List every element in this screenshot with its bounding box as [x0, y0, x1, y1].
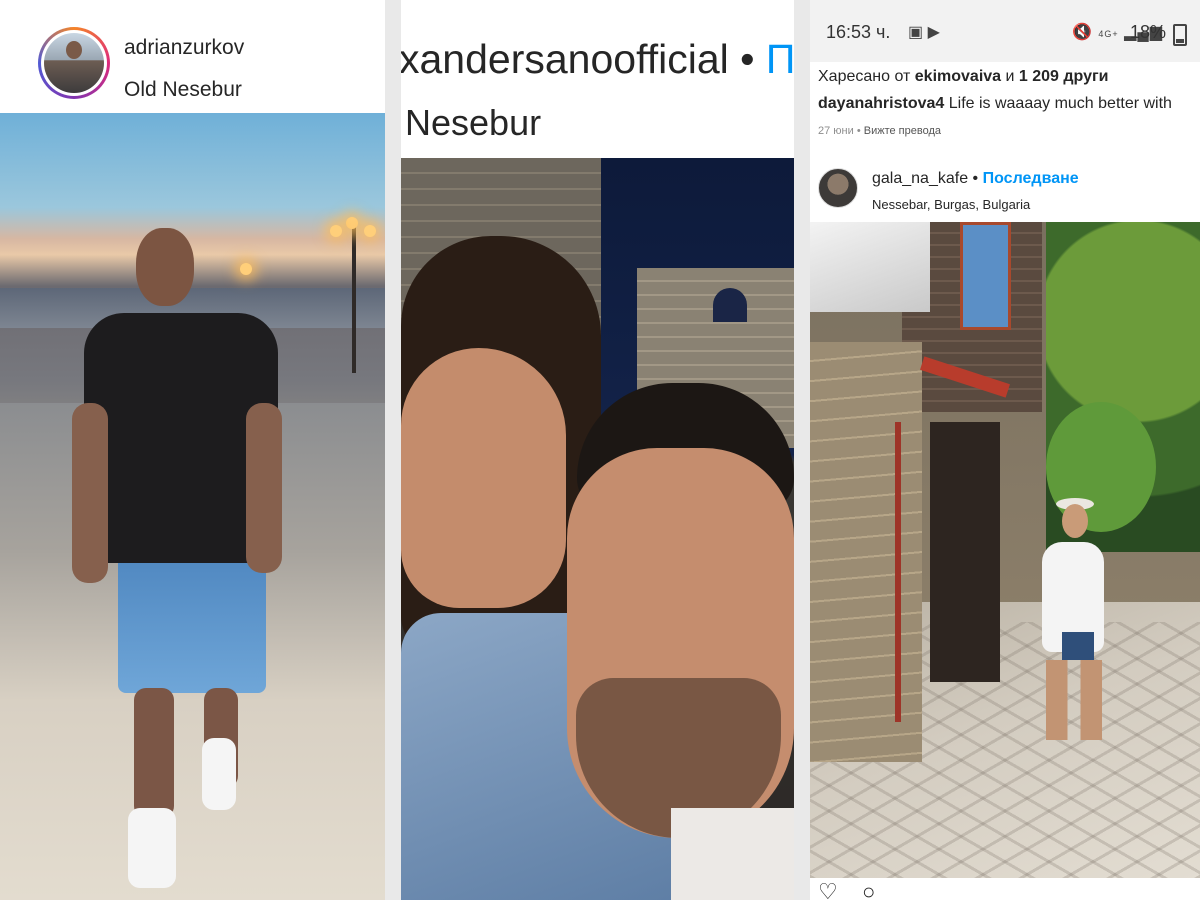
post-meta: 27 юни • Вижте превода: [818, 125, 942, 137]
street-lamp: [352, 223, 356, 373]
instagram-app-screenshot: 16:53 ч. ▣ ▶ 🔇 4G+ ▂▄▆ 18% Харесано от e…: [810, 0, 1200, 900]
follow-button[interactable]: Последване: [983, 170, 1079, 187]
separator-dot: •: [972, 170, 979, 187]
likes-count[interactable]: 1 209 други: [1019, 68, 1109, 85]
clock: 16:53 ч.: [826, 22, 891, 42]
post-photo[interactable]: [810, 222, 1200, 878]
post-date: 27 юни: [818, 125, 854, 137]
avatar: [44, 33, 104, 93]
post-username[interactable]: adrianzurkov: [124, 36, 244, 60]
post-photo[interactable]: [401, 158, 794, 900]
post-photo[interactable]: [0, 113, 385, 900]
story-ring[interactable]: [38, 27, 110, 99]
instagram-post-adrianzurkov: adrianzurkov Old Nesebur: [0, 0, 385, 900]
comment-icon[interactable]: ○: [862, 881, 875, 900]
image-icon: ▣: [908, 24, 924, 41]
post-location[interactable]: Nessebar, Burgas, Bulgaria: [872, 197, 1030, 212]
battery-icon: [1173, 24, 1187, 46]
panel-separator: [794, 0, 810, 900]
panel-separator: [385, 0, 401, 900]
separator-dot: •: [740, 36, 755, 82]
youtube-icon: ▶: [927, 24, 940, 41]
post-location[interactable]: Old Nesebur: [124, 78, 242, 102]
battery-level: 18%: [1130, 22, 1167, 42]
translate-link[interactable]: Вижте превода: [864, 125, 941, 137]
heart-icon[interactable]: ♡: [818, 881, 838, 900]
post-location[interactable]: Nesebur: [405, 102, 541, 144]
caption-username[interactable]: dayanahristova4: [818, 95, 944, 112]
follow-button[interactable]: П: [766, 36, 794, 82]
mute-icon: 🔇: [1072, 24, 1093, 41]
liker-username[interactable]: ekimovaiva: [915, 68, 1001, 85]
caption-line: dayanahristova4 Life is waaaay much bett…: [818, 95, 1172, 113]
avatar[interactable]: [818, 168, 858, 208]
post-actions: ♡ ○: [818, 881, 1192, 900]
caption-text: Life is waaaay much better with: [948, 95, 1172, 112]
post-username[interactable]: xandersanoofficial: [401, 36, 729, 82]
status-bar: 16:53 ч. ▣ ▶ 🔇 4G+ ▂▄▆ 18%: [810, 0, 1200, 62]
instagram-post-xandersano: xandersanoofficial • П Nesebur: [401, 0, 794, 900]
post-username[interactable]: gala_na_kafe: [872, 170, 968, 187]
network-label: 4G+: [1098, 29, 1119, 39]
likes-line[interactable]: Харесано от ekimovaiva и 1 209 други: [818, 68, 1109, 86]
